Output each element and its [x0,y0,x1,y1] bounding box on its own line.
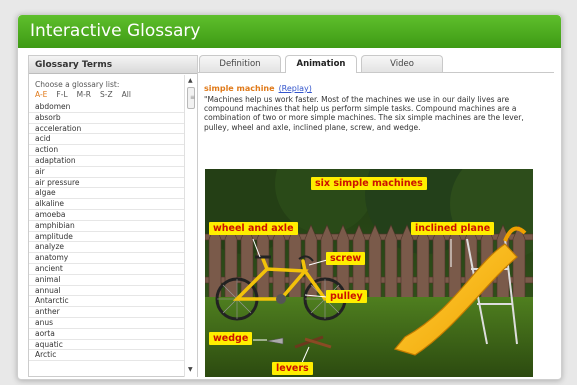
replay-link[interactable]: (Replay) [279,84,312,93]
label-pulley: pulley [326,290,367,303]
list-item[interactable]: aorta [29,329,185,340]
content-scrollbar[interactable]: ▲ ≡ ▼ [560,95,562,379]
term-name: simple machine [204,84,275,93]
list-item[interactable]: analyze [29,242,185,254]
tab-video[interactable]: Video [361,55,443,72]
range-link-s-z[interactable]: S-Z [100,90,113,99]
list-item[interactable]: ancient [29,264,185,275]
tab-definition[interactable]: Definition [199,55,281,72]
list-item[interactable]: amplitude [29,232,185,243]
list-item[interactable]: anus [29,318,185,329]
scroll-thumb[interactable]: ≡ [187,87,195,109]
glossary-term-list[interactable]: Choose a glossary list: A-E F-L M-R S-Z All … [29,75,185,377]
range-link-m-r[interactable]: M-R [77,90,91,99]
list-item[interactable]: acid [29,134,185,146]
label-wheel-and-axle: wheel and axle [209,222,298,235]
list-item[interactable]: anther [29,307,185,318]
list-item[interactable]: abdomen [29,102,185,113]
list-item[interactable]: Arctic [29,350,185,362]
term-list-scrollbar[interactable]: ▲ ≡ ▼ [184,75,197,377]
list-item[interactable]: annual [29,286,185,297]
label-six-simple-machines: six simple machines [311,177,427,190]
label-levers: levers [272,362,313,375]
titlebar: Interactive Glossary [18,15,561,48]
label-inclined-plane: inclined plane [411,222,495,235]
list-item[interactable]: Antarctic [29,296,185,308]
label-wedge: wedge [209,332,253,345]
list-item[interactable]: animal [29,275,185,286]
simple-machines-animation: six simple machines wheel and axle incli… [205,169,533,377]
label-screw: screw [326,252,366,265]
window-title: Interactive Glossary [30,21,201,41]
term-definition: "Machines help us work faster. Most of t… [204,95,524,132]
scroll-up-icon[interactable]: ▲ [188,77,193,84]
list-item[interactable]: amphibian [29,221,185,232]
glossary-terms-header: Glossary Terms [29,56,197,74]
list-item[interactable]: absorb [29,113,185,124]
choose-list-label: Choose a glossary list: [35,80,120,89]
tab-animation[interactable]: Animation [285,55,357,73]
list-item[interactable]: action [29,145,185,156]
list-item[interactable]: amoeba [29,210,185,221]
animation-scene [205,169,533,377]
range-link-a-e[interactable]: A-E [35,90,47,99]
list-item[interactable]: alkaline [29,199,185,210]
range-link-all[interactable]: All [122,90,131,99]
list-item[interactable]: algae [29,188,185,200]
list-item[interactable]: anatomy [29,253,185,264]
range-links: A-E F-L M-R S-Z All [29,89,185,102]
animation-content: simple machine (Replay) "Machines help us… [199,73,555,379]
term-heading: simple machine (Replay) [204,84,312,93]
list-item[interactable]: air [29,167,185,178]
list-item[interactable]: aquatic [29,340,185,351]
glossary-terms-panel: Glossary Terms Choose a glossary list: A… [28,55,198,377]
scroll-down-icon[interactable]: ▼ [188,366,193,373]
range-link-f-l[interactable]: F-L [56,90,67,99]
list-item[interactable]: adaptation [29,156,185,167]
list-item[interactable]: air pressure [29,178,185,189]
glossary-window: Interactive Glossary Glossary Terms Choo… [17,14,562,380]
list-item[interactable]: acceleration [29,124,185,135]
scroll-grip-icon: ≡ [190,94,196,101]
scroll-thumb[interactable]: ≡ [561,107,562,369]
